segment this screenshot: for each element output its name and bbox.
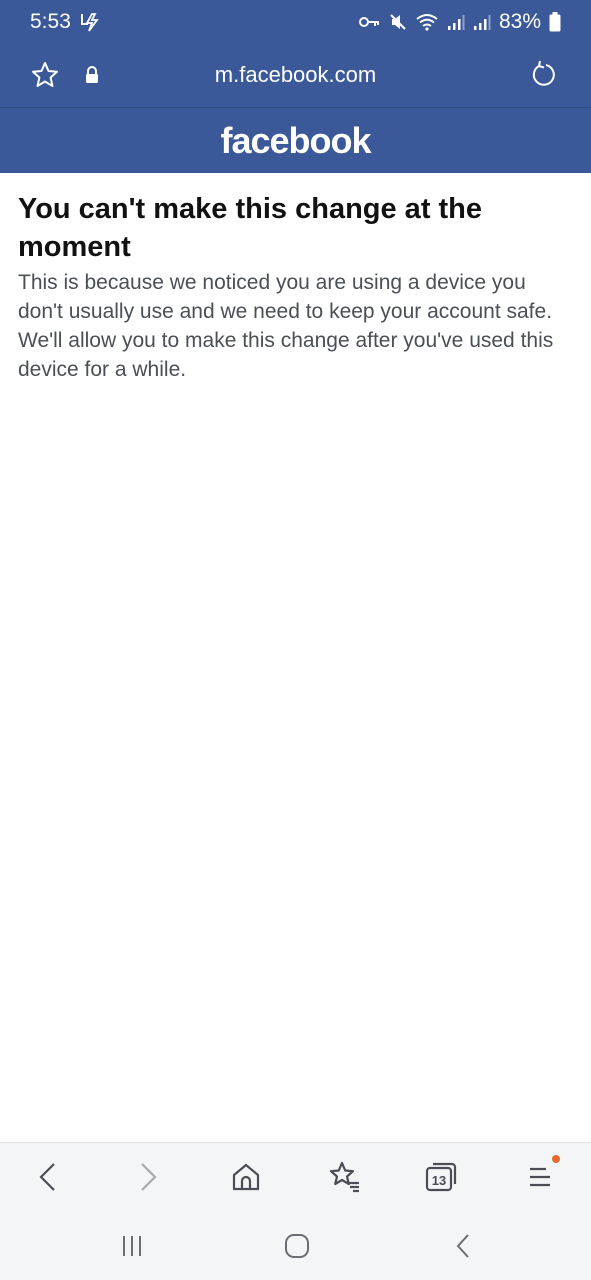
browser-url-bar: m.facebook.com	[0, 44, 591, 108]
home-icon[interactable]	[228, 1159, 264, 1195]
mute-icon	[390, 14, 406, 30]
reload-icon[interactable]	[529, 60, 559, 90]
back-icon[interactable]	[450, 1232, 478, 1260]
recents-icon[interactable]	[118, 1232, 146, 1260]
status-bar: 5:53 83%	[0, 0, 591, 44]
message-content: You can't make this change at the moment…	[18, 190, 574, 384]
battery-icon	[549, 12, 561, 32]
signal-icon	[473, 15, 491, 30]
back-icon[interactable]	[30, 1159, 66, 1195]
menu-icon	[530, 1167, 550, 1187]
bookmarks-icon[interactable]	[326, 1159, 362, 1195]
status-left: 5:53	[30, 10, 101, 34]
facebook-header: facebook	[0, 108, 591, 173]
home-icon[interactable]	[283, 1232, 311, 1260]
facebook-logo[interactable]: facebook	[220, 120, 371, 162]
charging-icon	[80, 13, 99, 32]
status-time: 5:53	[30, 10, 71, 33]
message-title: You can't make this change at the moment	[18, 193, 483, 263]
status-right: 83%	[358, 10, 561, 34]
tabs-button[interactable]: 13	[424, 1159, 460, 1195]
browser-toolbar: 13	[0, 1142, 591, 1210]
forward-icon[interactable]	[130, 1159, 166, 1195]
key-icon	[358, 17, 379, 27]
tab-count: 13	[431, 1172, 447, 1188]
message-body: This is because we noticed you are using…	[18, 271, 554, 381]
battery-percent: 83%	[498, 10, 541, 33]
url-field[interactable]: m.facebook.com	[0, 62, 591, 88]
wifi-icon	[416, 14, 438, 31]
signal-icon	[447, 15, 465, 30]
notification-dot	[552, 1155, 560, 1163]
system-nav-bar	[0, 1210, 591, 1280]
menu-button[interactable]	[522, 1155, 560, 1195]
